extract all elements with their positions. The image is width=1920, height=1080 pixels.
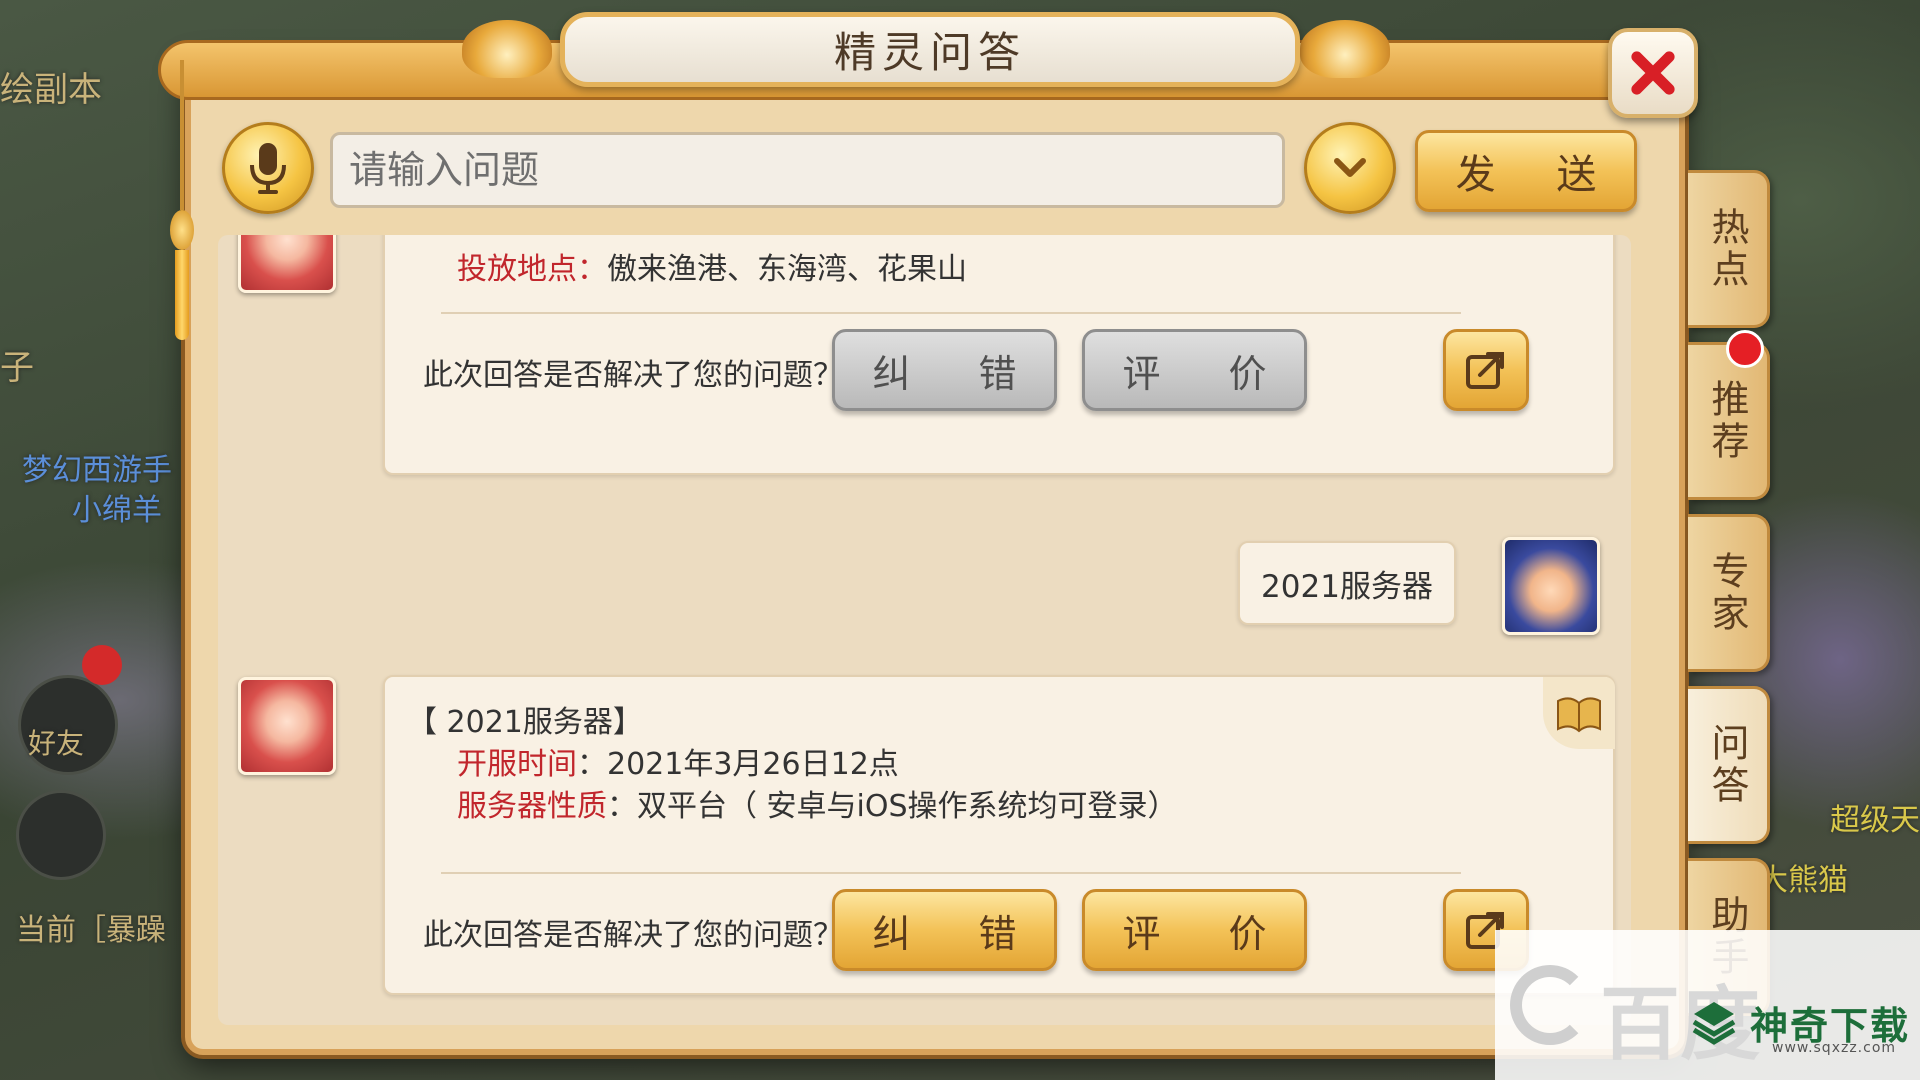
answer-2-open-time-label: 开服时间 bbox=[457, 747, 577, 782]
tab-hot-label: 热点 bbox=[1705, 207, 1749, 291]
chat-scroll-area[interactable]: 投放地点：傲来渔港、东海湾、花果山 此次回答是否解决了您的问题？ 纠 错 评 价… bbox=[218, 235, 1631, 1025]
watermark-url: www.sqxzz.com bbox=[1772, 1040, 1897, 1056]
bg-label-player: 小绵羊 bbox=[72, 493, 162, 528]
tassel-ornament bbox=[170, 60, 194, 340]
send-button[interactable]: 发 送 bbox=[1415, 130, 1637, 212]
watermark-logo-faint bbox=[1510, 965, 1590, 1045]
voice-input-button[interactable] bbox=[222, 122, 314, 214]
recommend-notification-badge bbox=[1726, 330, 1764, 368]
answer-2-open-time-line: 开服时间：2021年3月26日12点 bbox=[457, 739, 899, 783]
bg-label-panda: 大熊猫 bbox=[1758, 863, 1848, 898]
answer-1-location-line: 投放地点：傲来渔港、东海湾、花果山 bbox=[457, 244, 967, 288]
tab-recommend-label: 推荐 bbox=[1705, 379, 1749, 463]
answer-2-rate-button[interactable]: 评 价 bbox=[1082, 889, 1307, 971]
chevron-down-icon bbox=[1334, 158, 1366, 177]
close-button[interactable] bbox=[1608, 28, 1698, 118]
question-input[interactable] bbox=[330, 132, 1285, 208]
tab-expert[interactable]: 专家 bbox=[1688, 514, 1770, 672]
title-ornament-right bbox=[1300, 20, 1390, 78]
user-avatar bbox=[1502, 537, 1600, 635]
answer-2-server-type-line: 服务器性质：双平台（ 安卓与iOS操作系统均可登录） bbox=[457, 781, 1178, 825]
user-message-bubble: 2021服务器 bbox=[1238, 541, 1456, 625]
answer-1-correct-button[interactable]: 纠 错 bbox=[832, 329, 1057, 411]
bg-label-friend: 好友 bbox=[28, 727, 85, 760]
answer-2-server-type-label: 服务器性质 bbox=[457, 789, 607, 824]
assistant-avatar bbox=[238, 235, 336, 293]
tab-qa[interactable]: 问答 bbox=[1688, 686, 1770, 844]
microphone-icon bbox=[250, 143, 286, 194]
tab-expert-label: 专家 bbox=[1705, 551, 1749, 635]
answer-1-rate-button[interactable]: 评 价 bbox=[1082, 329, 1307, 411]
answer-2-open-time-value: ：2021年3月26日12点 bbox=[577, 747, 899, 782]
answer-card-1: 投放地点：傲来渔港、东海湾、花果山 此次回答是否解决了您的问题？ 纠 错 评 价 bbox=[383, 235, 1615, 475]
bg-label-channel: 当前［暴躁 bbox=[16, 913, 166, 948]
tab-hot[interactable]: 热点 bbox=[1688, 170, 1770, 328]
window-title: 精灵问答 bbox=[833, 28, 1026, 77]
answer-2-server-type-value: ：双平台（ 安卓与iOS操作系统均可登录） bbox=[607, 789, 1178, 824]
assistant-avatar bbox=[238, 677, 336, 775]
answer-1-feedback-question: 此次回答是否解决了您的问题？ bbox=[423, 358, 843, 393]
divider bbox=[441, 312, 1461, 314]
close-icon bbox=[1631, 51, 1675, 95]
answer-2-correct-button[interactable]: 纠 错 bbox=[832, 889, 1057, 971]
title-ornament-left bbox=[462, 20, 552, 78]
history-dropdown-button[interactable] bbox=[1304, 122, 1396, 214]
share-icon bbox=[1466, 352, 1504, 389]
bg-label-super: 超级天 bbox=[1830, 803, 1920, 838]
answer-card-2: 【 2021服务器】 开服时间：2021年3月26日12点 服务器性质：双平台（… bbox=[383, 675, 1615, 995]
bg-label-game-name: 梦幻西游手 bbox=[22, 453, 172, 488]
answer-1-location-value: 傲来渔港、东海湾、花果山 bbox=[607, 252, 967, 287]
answer-2-feedback-question: 此次回答是否解决了您的问题？ bbox=[423, 918, 843, 953]
chat-bubble-button-bg[interactable] bbox=[16, 790, 106, 880]
tab-recommend[interactable]: 推荐 bbox=[1688, 342, 1770, 500]
tab-qa-label: 问答 bbox=[1705, 723, 1749, 807]
watermark-logo-icon bbox=[1692, 1002, 1736, 1045]
title-plate: 精灵问答 bbox=[560, 12, 1300, 87]
book-icon bbox=[1543, 677, 1615, 749]
answer-2-heading: 【 2021服务器】 bbox=[407, 705, 643, 740]
answer-1-share-button[interactable] bbox=[1443, 329, 1529, 411]
friend-badge bbox=[82, 645, 122, 685]
bg-label-dungeon: 绘副本 bbox=[0, 70, 102, 110]
answer-1-location-label: 投放地点： bbox=[457, 252, 607, 287]
divider bbox=[441, 872, 1461, 874]
bg-label-fragment: 子 bbox=[0, 348, 34, 388]
